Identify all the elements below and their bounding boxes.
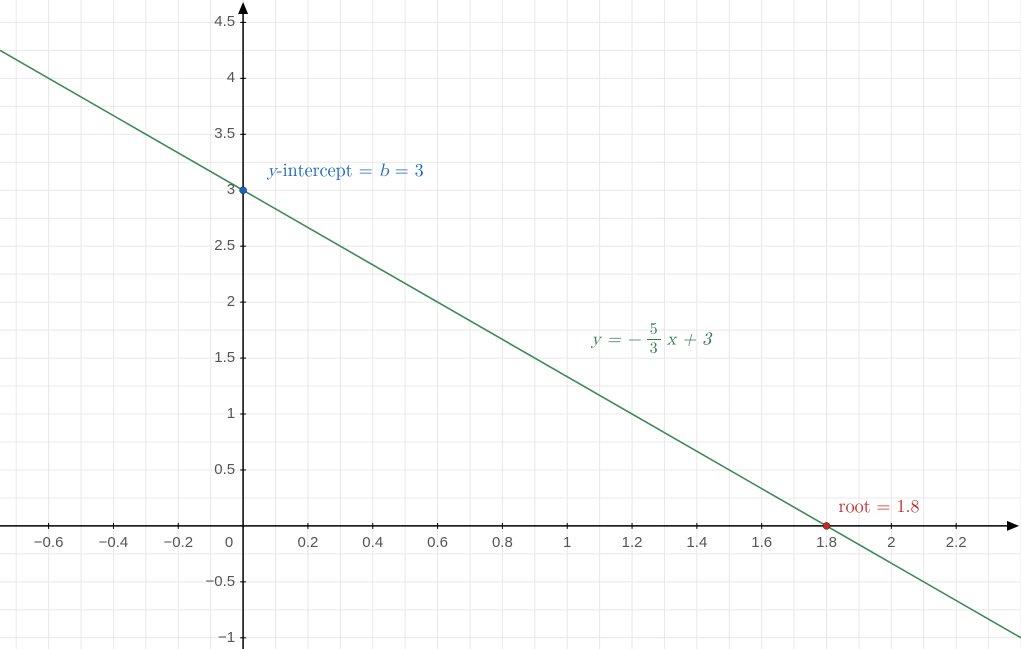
- tick-label: 0.2: [297, 534, 318, 551]
- tick-label: 1.2: [622, 534, 643, 551]
- y-intercept-mid: -intercept =: [277, 162, 379, 180]
- tick-label: 1: [227, 405, 235, 422]
- eq-numerator: 5: [647, 322, 661, 340]
- y-intercept-annotation: y-intercept = b = 3: [267, 160, 424, 182]
- root-text: root = 1.8: [839, 498, 920, 516]
- tick-label: 4: [227, 69, 235, 86]
- tick-label: 1: [563, 534, 571, 551]
- y-intercept-var: y: [267, 162, 277, 180]
- tick-label: 1.4: [686, 534, 707, 551]
- tick-label: 2: [887, 534, 895, 551]
- eq-mid: x + 3: [667, 330, 711, 348]
- fraction-icon: 5 3: [647, 322, 661, 357]
- tick-label: −1: [218, 629, 235, 646]
- tick-label: 1.6: [751, 534, 772, 551]
- tick-label: −0.2: [163, 534, 193, 551]
- y-intercept-eq: = 3: [389, 162, 424, 180]
- y-intercept-b: b: [379, 162, 389, 180]
- tick-label: 0.5: [214, 461, 235, 478]
- eq-denominator: 3: [647, 340, 661, 357]
- tick-label: 0.4: [362, 534, 383, 551]
- tick-label: −0.5: [205, 573, 235, 590]
- tick-label: 2: [227, 293, 235, 310]
- data-points: [0, 0, 1021, 649]
- tick-label: 1.5: [214, 349, 235, 366]
- eq-prefix: y = −: [591, 330, 640, 348]
- tick-label: 1.8: [816, 534, 837, 551]
- tick-label: 2.5: [214, 237, 235, 254]
- tick-label: −0.4: [99, 534, 129, 551]
- tick-label: −0.6: [34, 534, 64, 551]
- tick-label: 3.5: [214, 125, 235, 142]
- equation-annotation: y = − 5 3 x + 3: [591, 323, 711, 358]
- tick-label: 2.2: [946, 534, 967, 551]
- root-annotation: root = 1.8: [839, 496, 920, 518]
- tick-label: 0.6: [427, 534, 448, 551]
- tick-label: 4.5: [214, 13, 235, 30]
- tick-label: 0.8: [492, 534, 513, 551]
- tick-label: 0: [225, 534, 233, 551]
- tick-label: 3: [227, 181, 235, 198]
- linear-function-chart: 1 2 −0.6 −0.4 −0.2 0.2 0.4 0.6 0.8 1.2 1.4 1.6 1.8 2.…: [0, 0, 1021, 649]
